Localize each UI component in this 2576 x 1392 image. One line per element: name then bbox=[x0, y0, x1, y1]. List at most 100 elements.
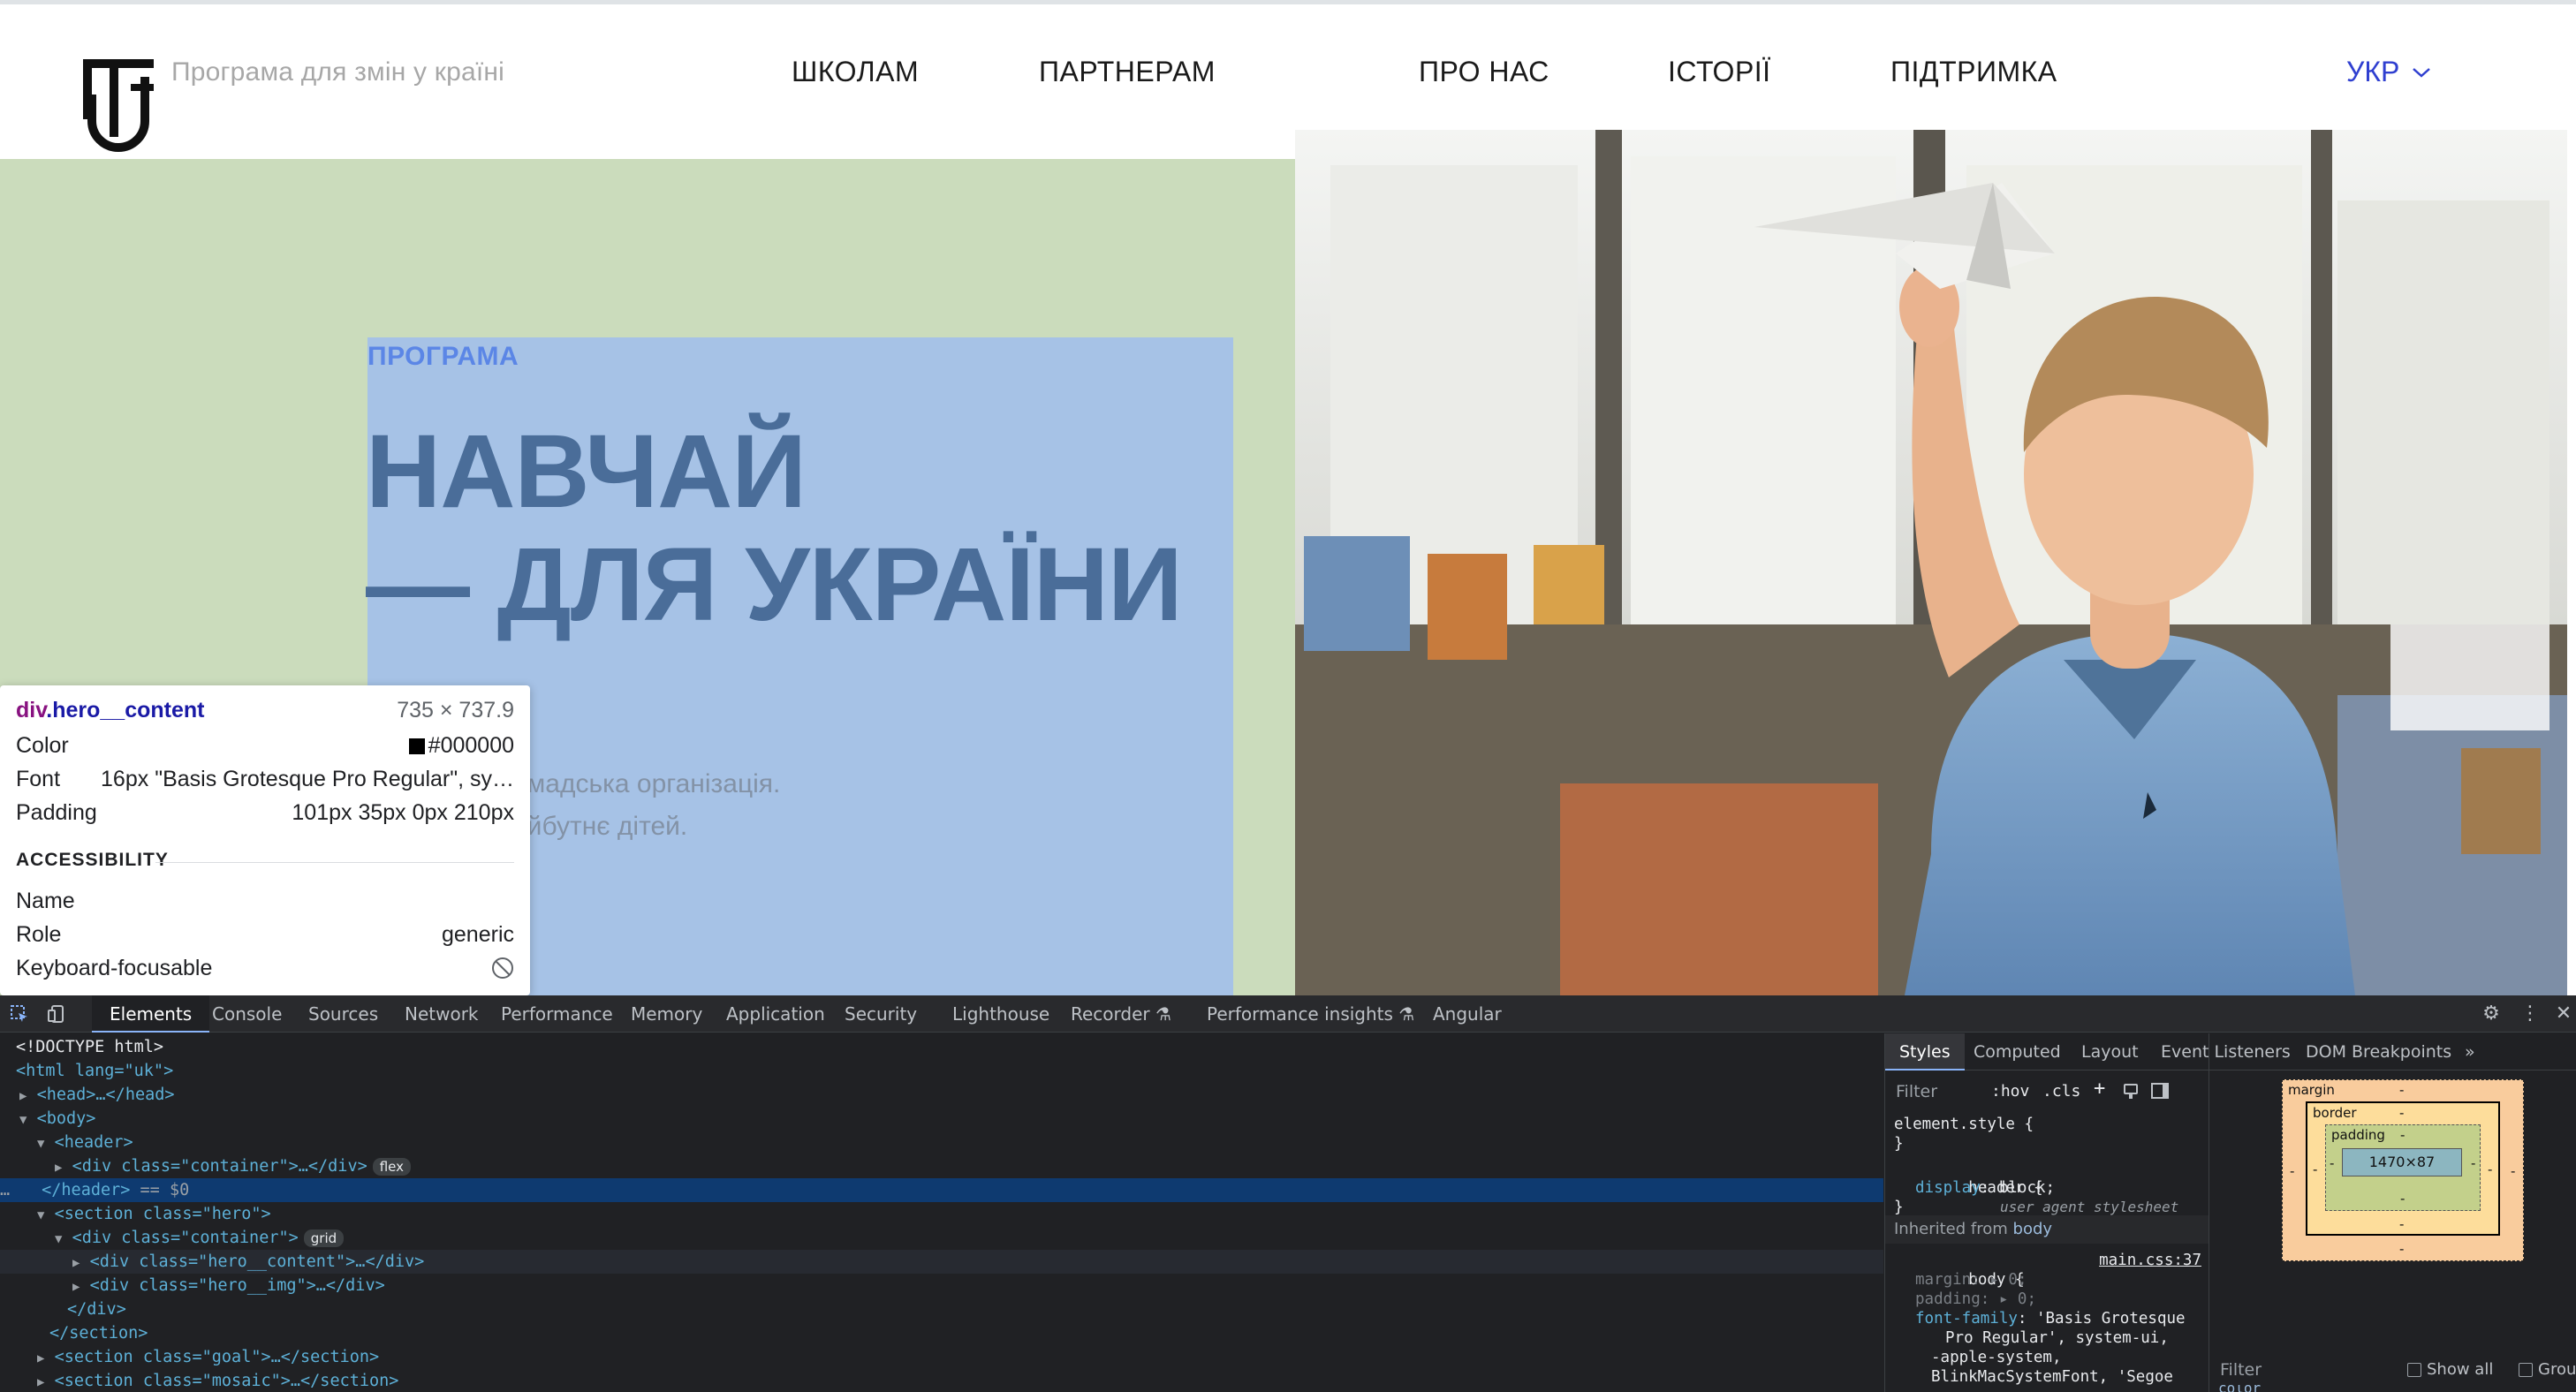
dom-node-section-goal[interactable]: ▶ <section class="goal">…</section> bbox=[0, 1345, 1883, 1369]
selected-marker: == $0 bbox=[140, 1181, 190, 1199]
tooltip-font-row: Font 16px "Basis Grotesque Pro Regular",… bbox=[16, 763, 514, 795]
expand-triangle-icon[interactable]: ▶ bbox=[0, 1256, 80, 1270]
expand-triangle-icon[interactable]: ▶ bbox=[0, 1351, 44, 1366]
tab-sources[interactable]: Sources bbox=[308, 995, 378, 1033]
box-model-margin[interactable]: margin - - - - border - - - - padding - … bbox=[2282, 1079, 2524, 1261]
tab-memory[interactable]: Memory bbox=[631, 995, 702, 1033]
expand-triangle-icon[interactable]: ▶ bbox=[0, 1280, 80, 1294]
dom-node-header[interactable]: ▼ <header> bbox=[0, 1131, 1883, 1154]
nav-stories[interactable]: ІСТОРІЇ bbox=[1668, 56, 1771, 88]
inspect-element-icon[interactable] bbox=[9, 1003, 30, 1025]
close-devtools-icon[interactable]: ✕ bbox=[2553, 1003, 2574, 1025]
show-all-label: Show all bbox=[2427, 1360, 2494, 1379]
page-viewport: Програма для змін у країні ШКОЛАМ ПАРТНЕ… bbox=[0, 0, 2576, 995]
language-selector[interactable]: УКР bbox=[2346, 56, 2431, 88]
dom-node-head[interactable]: ▶ <head>…</head> bbox=[0, 1083, 1883, 1107]
box-model-padding[interactable]: padding - - - - 1470×87 bbox=[2325, 1124, 2481, 1211]
nav-partners[interactable]: ПАРТНЕРАМ bbox=[1039, 56, 1216, 88]
collapse-triangle-icon[interactable]: ▼ bbox=[0, 1232, 62, 1246]
tooltip-name-row: Name bbox=[16, 885, 514, 917]
dom-node-hero-img[interactable]: ▶ <div class="hero__img">…</div> bbox=[0, 1274, 1883, 1297]
border-bottom-value: - bbox=[2399, 1216, 2405, 1232]
dom-tree[interactable]: <!DOCTYPE html> <html lang="uk"> ▶ <head… bbox=[0, 1033, 1883, 1392]
border-label: border bbox=[2313, 1105, 2357, 1121]
collapse-triangle-icon[interactable]: ▼ bbox=[0, 1113, 27, 1127]
toggle-sidebar-icon[interactable] bbox=[2150, 1081, 2170, 1101]
subtab-styles[interactable]: Styles bbox=[1885, 1033, 1965, 1070]
body-tag: <body> bbox=[36, 1109, 96, 1128]
dom-node-container[interactable]: ▶ <div class="container">…</div> flex bbox=[0, 1154, 1883, 1178]
not-allowed-icon bbox=[492, 957, 513, 979]
show-all-checkbox[interactable]: Show all bbox=[2407, 1360, 2493, 1379]
val-margin: 0; bbox=[2008, 1271, 2027, 1289]
tab-network[interactable]: Network bbox=[405, 995, 479, 1033]
border-left-value: - bbox=[2313, 1161, 2318, 1177]
group-checkbox[interactable]: Group bbox=[2519, 1360, 2576, 1379]
tab-security[interactable]: Security bbox=[845, 995, 917, 1033]
dom-node-html[interactable]: <html lang="uk"> bbox=[0, 1059, 1883, 1083]
settings-gear-icon[interactable]: ⚙ bbox=[2481, 1003, 2502, 1025]
tab-console[interactable]: Console bbox=[212, 995, 282, 1033]
dom-node-section-hero[interactable]: ▼ <section class="hero"> bbox=[0, 1202, 1883, 1226]
dom-node-doctype[interactable]: <!DOCTYPE html> bbox=[0, 1035, 1883, 1059]
subtab-computed[interactable]: Computed bbox=[1974, 1033, 2061, 1070]
box-model-border[interactable]: border - - - - padding - - - - 1470×87 bbox=[2306, 1101, 2500, 1236]
dom-node-hero-container[interactable]: ▼ <div class="container"> grid bbox=[0, 1226, 1883, 1250]
rule-display-decl[interactable]: display: block; bbox=[1894, 1178, 2055, 1198]
inherited-label: Inherited from bbox=[1894, 1220, 2008, 1238]
dom-node-section-mosaic[interactable]: ▶ <section class="mosaic">…</section> bbox=[0, 1369, 1883, 1392]
dom-node-section-close[interactable]: </section> bbox=[0, 1321, 1883, 1345]
hov-toggle[interactable]: :hov bbox=[1991, 1082, 2029, 1101]
checkbox-icon bbox=[2407, 1362, 2421, 1377]
rule-margin-decl[interactable]: margin: ▸ 0; bbox=[1894, 1270, 2027, 1290]
header-close-tag: </header> bbox=[42, 1181, 131, 1199]
section-close-tag: </section> bbox=[49, 1324, 148, 1343]
rule-padding-decl[interactable]: padding: ▸ 0; bbox=[1894, 1290, 2036, 1309]
computed-filter-input[interactable]: Filter bbox=[2220, 1360, 2262, 1380]
nav-support[interactable]: ПІДТРИМКА bbox=[1890, 56, 2057, 88]
tab-recorder[interactable]: Recorder ⚗ bbox=[1071, 995, 1171, 1033]
nav-about[interactable]: ПРО НАС bbox=[1419, 56, 1549, 88]
dom-node-hero-content[interactable]: ▶ <div class="hero__content">…</div> bbox=[0, 1250, 1883, 1274]
tooltip-color-value: #000000 bbox=[428, 732, 514, 758]
stylesheet-link[interactable]: main.css:37 bbox=[2099, 1251, 2201, 1270]
prop-margin: margin bbox=[1915, 1271, 1972, 1289]
val-padding: 0; bbox=[2017, 1290, 2036, 1308]
tooltip-class: .hero__content bbox=[46, 697, 205, 722]
expand-triangle-icon[interactable]: ▶ bbox=[0, 1375, 44, 1389]
margin-left-value: - bbox=[2290, 1163, 2295, 1179]
add-rule-icon[interactable]: + bbox=[2094, 1078, 2105, 1100]
box-model-content[interactable]: 1470×87 bbox=[2342, 1148, 2462, 1176]
ellipsis-icon[interactable]: … bbox=[0, 1181, 10, 1199]
tab-angular[interactable]: Angular bbox=[1433, 995, 1502, 1033]
nav-schools[interactable]: ШКОЛАМ bbox=[792, 56, 919, 88]
logo-icon[interactable] bbox=[83, 59, 155, 162]
paint-bucket-icon[interactable] bbox=[2122, 1081, 2141, 1101]
dom-node-header-close-selected[interactable]: … </header> == $0 bbox=[0, 1178, 1883, 1202]
tab-performance[interactable]: Performance bbox=[501, 995, 613, 1033]
collapse-triangle-icon[interactable]: ▼ bbox=[0, 1208, 44, 1222]
tab-application[interactable]: Application bbox=[726, 995, 825, 1033]
expand-triangle-icon[interactable]: ▶ bbox=[0, 1089, 27, 1103]
device-toolbar-icon[interactable] bbox=[46, 1003, 67, 1025]
margin-label: margin bbox=[2288, 1082, 2335, 1098]
styles-filter-input[interactable]: Filter bbox=[1896, 1082, 1937, 1101]
expand-triangle-icon[interactable]: ▶ bbox=[0, 1161, 62, 1175]
collapse-triangle-icon[interactable]: ▼ bbox=[0, 1137, 44, 1151]
cls-toggle[interactable]: .cls bbox=[2042, 1082, 2080, 1101]
rule-font-decl[interactable]: font-family: 'Basis Grotesque bbox=[1894, 1309, 2186, 1328]
tooltip-padding-row: Padding 101px 35px 0px 210px bbox=[16, 797, 514, 828]
tab-performance-insights[interactable]: Performance insights ⚗ bbox=[1207, 995, 1414, 1033]
tab-elements[interactable]: Elements bbox=[92, 995, 210, 1033]
prop-display: display bbox=[1915, 1179, 1981, 1197]
chevron-down-icon bbox=[2413, 67, 2431, 78]
inherited-element[interactable]: body bbox=[2013, 1220, 2053, 1238]
flex-badge[interactable]: flex bbox=[372, 1158, 412, 1176]
subtab-layout[interactable]: Layout bbox=[2081, 1033, 2139, 1070]
more-options-icon[interactable]: ⋮ bbox=[2519, 1003, 2541, 1025]
rule-element-style[interactable]: element.style { bbox=[1894, 1115, 2034, 1134]
grid-badge[interactable]: grid bbox=[303, 1229, 345, 1247]
dom-node-body[interactable]: ▼ <body> bbox=[0, 1107, 1883, 1131]
dom-node-div-close[interactable]: </div> bbox=[0, 1297, 1883, 1321]
tab-lighthouse[interactable]: Lighthouse bbox=[952, 995, 1049, 1033]
